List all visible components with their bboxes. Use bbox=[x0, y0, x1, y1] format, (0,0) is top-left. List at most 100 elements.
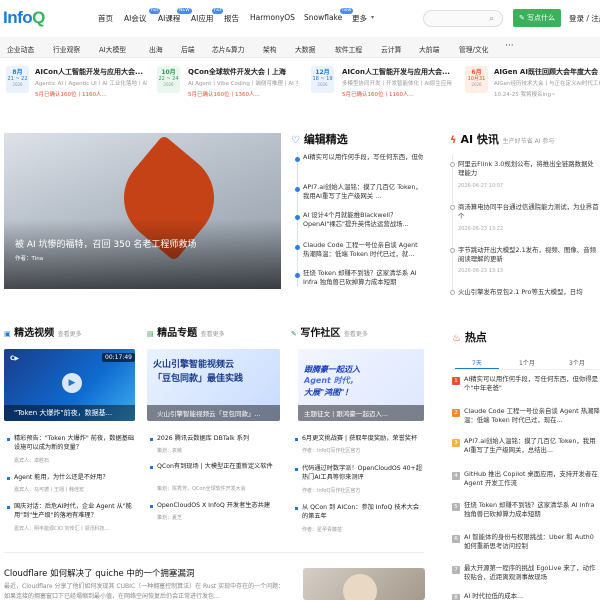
hot-rank-4: 4 bbox=[452, 472, 460, 480]
hero-title[interactable]: 被 AI 坑惨的福特，召回 350 名老工程师救场 bbox=[15, 237, 196, 250]
category-item[interactable]: 后端 bbox=[181, 44, 195, 54]
news-item[interactable]: 商汤算电协同平台通过信通院能力测试，为业界首个 bbox=[458, 203, 600, 221]
topic-meta: 策划：夏芝 bbox=[157, 515, 183, 521]
editor-pick-item[interactable]: Claude Code 工程一号位亲自谈 Agent 热潮降温：低端 Token… bbox=[303, 241, 423, 259]
hot-item[interactable]: AI精实可以用作何手段，写任何东西，但你得是个"中年老爸" bbox=[464, 375, 600, 393]
editor-picks-title: ♡ 编辑精选 bbox=[291, 133, 348, 146]
nav-more[interactable]: 更多 bbox=[352, 13, 367, 24]
hot-item[interactable]: API7.ai创始人温铭：摸了几百亿 Token，我用AI重写了生产级网关，总结… bbox=[464, 437, 600, 455]
category-item[interactable]: 架构 bbox=[263, 44, 277, 54]
category-item[interactable]: 云计算 bbox=[381, 44, 401, 54]
community-meta: 作者：星孕青藤苗 bbox=[302, 527, 343, 533]
event-hot: 5月已确认160位丨1160人... bbox=[35, 92, 107, 98]
search-icon[interactable]: ⌕ bbox=[489, 14, 494, 24]
hero-image[interactable] bbox=[4, 133, 281, 289]
news-item[interactable]: 火山引擎发布豆包2.1 Pro等五大模型，日均 bbox=[458, 288, 600, 297]
event-card[interactable]: 12月 18 ~ 19 2026 AICon人工智能开发与应用大会... 多模型协同… bbox=[309, 62, 454, 106]
community-meta: 作者：InfoQ写作社区官方 bbox=[302, 488, 361, 494]
category-item[interactable]: 芯片&算力 bbox=[212, 44, 245, 54]
news-item[interactable]: 字节跳动开出大模型2.1发布，视频、图像、音频阅读理解的更新 bbox=[458, 246, 600, 264]
editor-pick-item[interactable]: 狂烧 Token 却赚不到钱？这家清华系 AI Infra 独角兽已砍掉算力成本… bbox=[303, 269, 423, 287]
community-caption: 主题征文 | 跟鸿豪一起迈入... bbox=[304, 410, 389, 418]
topic-caption: 火山引擎智能视频云「豆包同款」... bbox=[157, 410, 261, 418]
write-button[interactable]: ✎ 写点什么 bbox=[513, 9, 561, 27]
nav-home[interactable]: 首页 bbox=[98, 13, 113, 24]
video-caption: "Token 大爆炸"前夜，数据基... bbox=[14, 409, 113, 417]
category-item[interactable]: AI大模型 bbox=[99, 44, 126, 54]
event-hot: 10.24-25 我将报名ing~ bbox=[494, 92, 556, 98]
news-item[interactable]: 阿里云Flink 3.0规划公布，将推出全链路数据处理能力 bbox=[458, 160, 600, 178]
category-item[interactable]: 软件工程 bbox=[335, 44, 362, 54]
category-item[interactable]: 大前端 bbox=[419, 44, 439, 54]
hot-item[interactable]: Claude Code 工程一号位亲自谈 Agent 热潮降温：低端 Token… bbox=[464, 407, 600, 425]
ai-news-title: ϟ AI 快讯 生产好节省 AI 参与 bbox=[450, 133, 555, 146]
category-item[interactable]: 企业动态 bbox=[7, 44, 34, 54]
topic-item[interactable]: QCon有到现场 | 大模型正在重新定义软件 bbox=[157, 462, 283, 480]
video-item[interactable]: Agent 能用，为什么还是不好用？ bbox=[14, 473, 138, 482]
hot-item[interactable]: 最大开源第一程序的挑战 EgoLive 来了，动作较贴合，近距离观测事故现场 bbox=[464, 564, 600, 582]
event-title[interactable]: AICon人工智能开发与应用大会... bbox=[35, 67, 147, 77]
video-meta: 嘉宾人：明丰能源CIO 刘传汇丨领讯科技... bbox=[14, 526, 110, 532]
community-item[interactable]: 代码通过时数字派！OpenCloudOS 40+超热门AI工具等你来测评 bbox=[302, 464, 424, 482]
infoq-logo[interactable]: InfoQ bbox=[3, 8, 45, 28]
hot-tab-3months[interactable]: 3个月 bbox=[569, 358, 585, 367]
nav-ai-apps[interactable]: AI应用 bbox=[191, 13, 213, 24]
community-thumb-line3: 大展"鸿图"！ bbox=[304, 388, 353, 397]
more-dots-icon[interactable]: ··· bbox=[505, 41, 514, 51]
community-item[interactable]: 6月更文挑战赛 | 获取年度奖励，荣誉奖杯 bbox=[302, 434, 424, 443]
topic-meta: 策划：陈秀芳，QCon全球软件开发大会 bbox=[157, 486, 246, 492]
article-title[interactable]: Cloudflare 如何解决了 quiche 中的一个拥塞漏洞 bbox=[4, 567, 194, 579]
event-card[interactable]: 10月 22 ~ 24 2026 QCon全球软件开发大会丨上海 AI Agent丨… bbox=[155, 62, 300, 106]
news-time: 2026-06-23 13:22 bbox=[458, 226, 504, 232]
article-thumbnail[interactable] bbox=[303, 568, 425, 600]
event-title[interactable]: QCon全球软件开发大会丨上海 bbox=[188, 67, 298, 77]
pencil-icon: ✎ bbox=[518, 14, 525, 22]
event-card[interactable]: 6月 10月31 2026 AIGen AI既往回顾大会年度大会 AIGen经历技术… bbox=[463, 62, 600, 106]
event-subtitle: 多模型协同开发丨开发智能体化丨AI原生应用丨Agent开发实战... bbox=[342, 81, 452, 87]
video-item[interactable]: 国庆对话：后危AI时代，企业 Agent 从"能用"到"生产级"的落地有难理？ bbox=[14, 502, 138, 520]
editor-pick-item[interactable]: API7.ai创始人温铭：摸了几百亿 Token，我用AI重写了生产级网关 ..… bbox=[303, 183, 423, 201]
news-time: 2026-06-23 13:13 bbox=[458, 268, 504, 274]
topic-thumb-line2: 「豆包同款」最佳实践 bbox=[153, 374, 244, 384]
event-title[interactable]: AIGen AI既往回顾大会年度大会 bbox=[494, 67, 600, 77]
nav-ai-conference[interactable]: AI会议 bbox=[124, 13, 146, 24]
nav-harmonyos[interactable]: HarmonyOS bbox=[250, 13, 295, 22]
hot-tab-7days[interactable]: 7天 bbox=[472, 358, 482, 367]
video-duration: 00:17:49 bbox=[102, 353, 135, 362]
play-icon[interactable]: ▶ bbox=[62, 373, 82, 393]
nav-snowflake[interactable]: Snowflake bbox=[304, 13, 342, 22]
event-hot: 5月已确认160位丨1360人... bbox=[188, 92, 260, 98]
community-item[interactable]: 从 QCon 到 AICon：参加 InfoQ 技术大会的第五年 bbox=[302, 503, 424, 521]
event-hot: 5月已确认160位丨1160人... bbox=[342, 92, 414, 98]
video-thumbnail[interactable]: C▶︎ 00:17:49 ▶ "Token 大爆炸"前夜，数据基... bbox=[4, 349, 135, 421]
hot-item[interactable]: AI 智能体的身份与权限挑战：Uber 和 Auth0 如何重新思考访问控制 bbox=[464, 533, 600, 551]
community-thumbnail[interactable]: 跟腾豪一起迈入 Agent 时代， 大展"鸿图"！ 主题征文 | 跟鸿豪一起迈入… bbox=[298, 349, 424, 421]
category-item[interactable]: 行业观察 bbox=[53, 44, 80, 54]
hot-item[interactable]: GitHub 推出 Copilot 桌面应用，支持开发者在 Agent 开发工作… bbox=[464, 470, 600, 488]
topic-item[interactable]: 2026 腾讯云数据库 DBTalk 系列 bbox=[157, 434, 283, 443]
editor-pick-item[interactable]: AI 设计4个月就能推Blackwell？OpenAI"裸芯"提升英伟达运营战场… bbox=[303, 211, 423, 229]
nav-ai-apps-badge: hot bbox=[212, 8, 224, 14]
heart-icon: ♡ bbox=[291, 135, 300, 146]
nav-ai-course[interactable]: AI课程 bbox=[158, 13, 180, 24]
flame-icon: ♨ bbox=[452, 333, 461, 344]
topic-item[interactable]: OpenCloudOS X InfoQ 开发者生态共建 bbox=[157, 501, 283, 510]
login-link[interactable]: 登录 / 注册 bbox=[569, 13, 600, 24]
search-input[interactable]: ⌕ bbox=[423, 10, 503, 27]
nav-reports[interactable]: 报告 bbox=[224, 13, 239, 24]
nav-ai-course-badge: NEW bbox=[177, 8, 192, 14]
hot-item[interactable]: AI 时代拉低的成本... bbox=[464, 592, 600, 600]
hot-tab-1month[interactable]: 1个月 bbox=[519, 358, 535, 367]
person-photo bbox=[343, 574, 377, 600]
hot-item[interactable]: 狂烧 Token 却赚不到钱？这家清华系 AI Infra 独角兽已砍掉算力成本… bbox=[464, 501, 600, 519]
editor-pick-item[interactable]: AI精实可以用作何手段，写任何东西，但你得是个"中年老爸" bbox=[303, 153, 423, 162]
event-card[interactable]: 8月 21 ~ 22 2026 AICon人工智能开发与应用大会... Agenti… bbox=[4, 62, 149, 106]
chevron-down-icon[interactable]: ▾ bbox=[371, 14, 374, 21]
hot-title: ♨ 热点 bbox=[452, 331, 487, 344]
topic-thumbnail[interactable]: 火山引擎智能视频云 「豆包同款」最佳实践 火山引擎智能视频云「豆包同款」... bbox=[147, 349, 280, 421]
event-title[interactable]: AICon人工智能开发与应用大会... bbox=[342, 67, 452, 77]
category-item[interactable]: 出海 bbox=[149, 44, 163, 54]
category-item[interactable]: 管理/文化 bbox=[459, 44, 488, 54]
category-item[interactable]: 大数据 bbox=[295, 44, 315, 54]
video-item[interactable]: 精彩预告："Token 大爆炸" 前夜，数据基础设施可以成为新的变量？ bbox=[14, 434, 138, 452]
